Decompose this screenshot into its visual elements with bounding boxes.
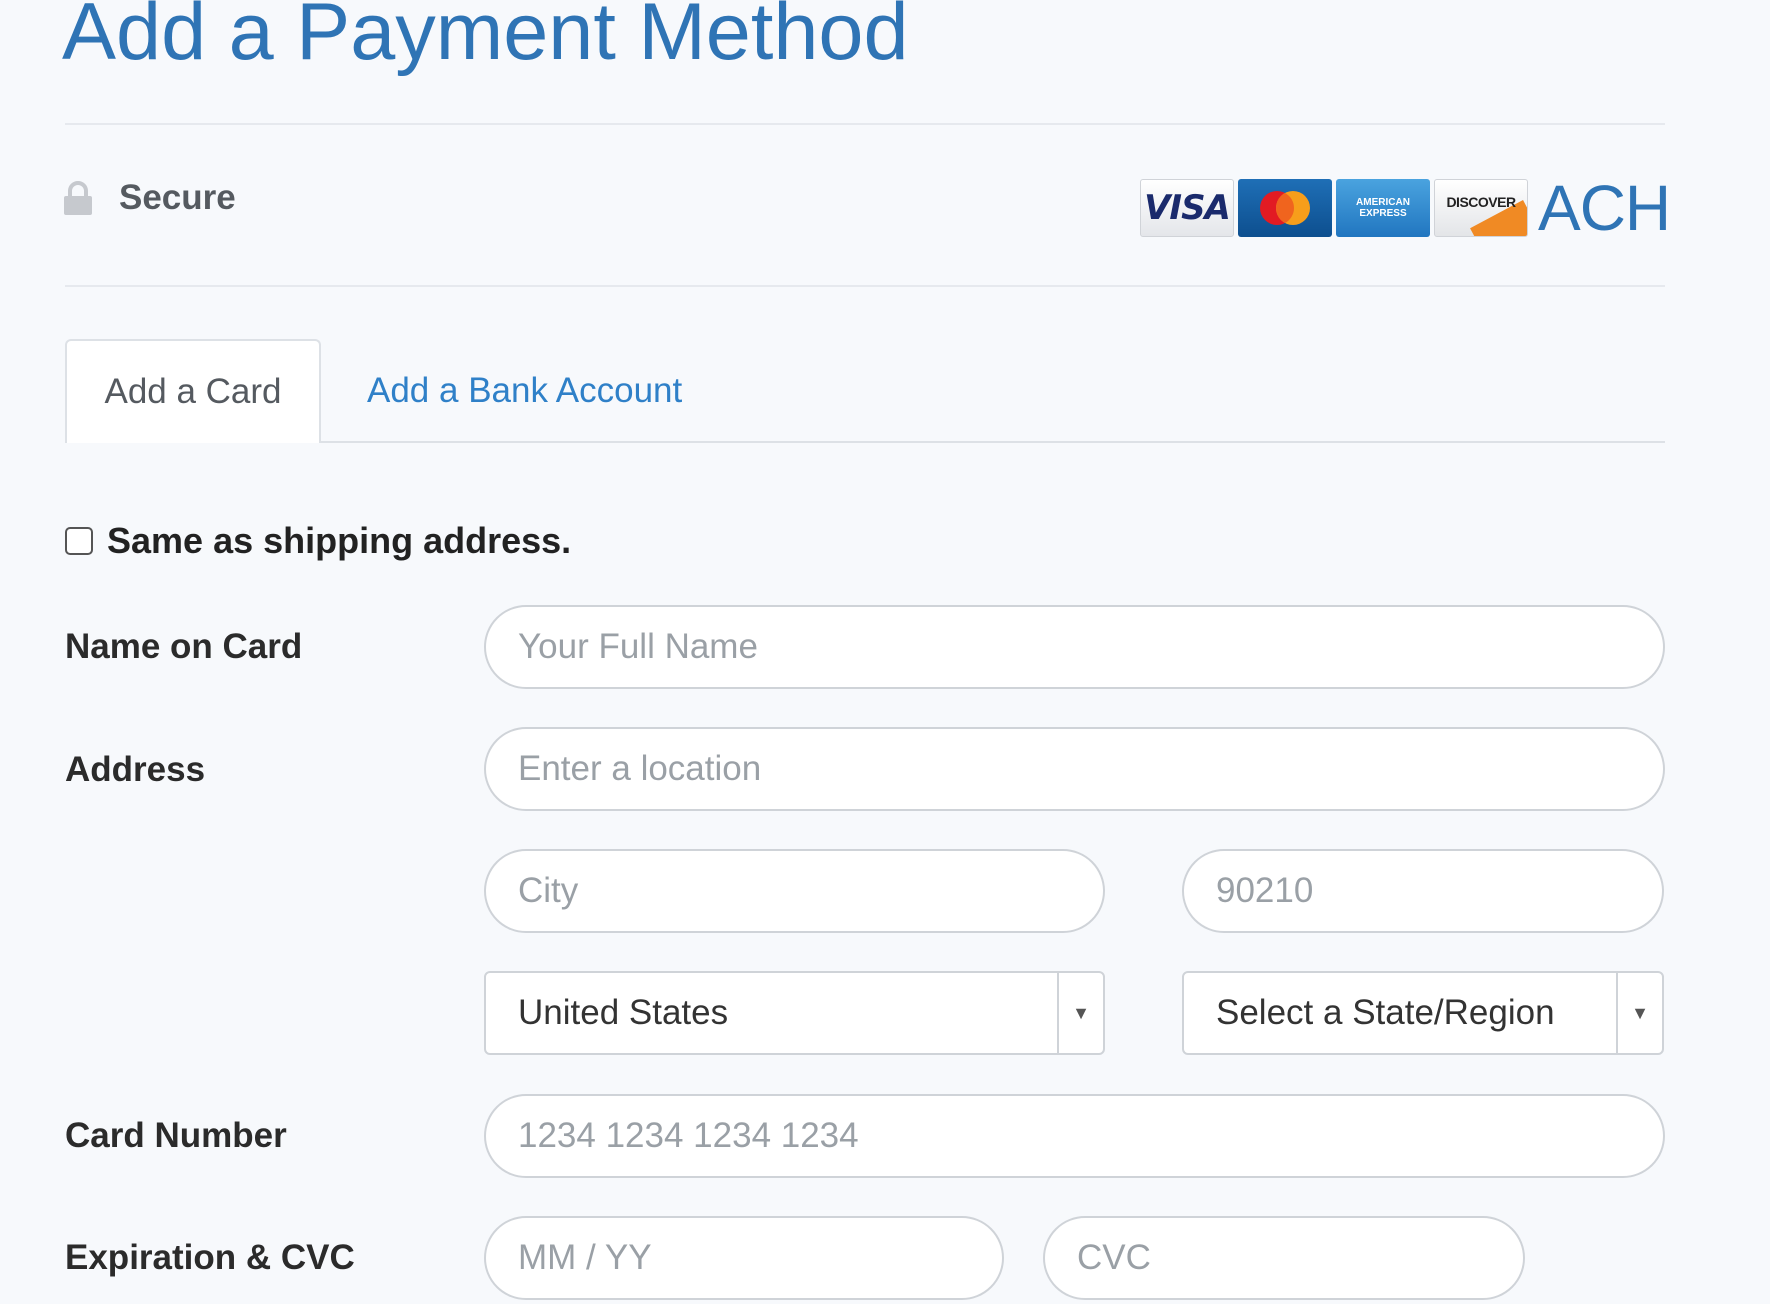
card-number-input[interactable] xyxy=(484,1094,1665,1178)
same-as-shipping-label[interactable]: Same as shipping address. xyxy=(107,520,571,562)
mastercard-logo xyxy=(1238,179,1332,237)
ach-logo: ACH xyxy=(1538,172,1671,244)
same-as-shipping-checkbox[interactable] xyxy=(65,527,93,555)
secure-label: Secure xyxy=(119,178,236,217)
state-select[interactable]: Select a State/Region ▼ xyxy=(1182,971,1664,1055)
name-on-card-label: Name on Card xyxy=(65,627,303,666)
address-label: Address xyxy=(65,750,206,789)
name-on-card-input[interactable] xyxy=(484,605,1665,689)
discover-logo: DISCOVER xyxy=(1434,179,1528,237)
divider-top xyxy=(65,123,1665,125)
country-select[interactable]: United States ▼ xyxy=(484,971,1105,1055)
divider-middle xyxy=(65,285,1665,287)
amex-logo: AMERICAN EXPRESS xyxy=(1336,179,1430,237)
tab-add-card[interactable]: Add a Card xyxy=(65,339,321,443)
mastercard-circles-icon xyxy=(1260,191,1310,225)
card-number-label: Card Number xyxy=(65,1116,287,1155)
secure-indicator: Secure xyxy=(63,178,236,218)
accepted-payment-logos: VISA AMERICAN EXPRESS DISCOVER ACH xyxy=(1140,172,1671,244)
chevron-down-icon[interactable]: ▼ xyxy=(1616,973,1662,1053)
zip-input[interactable] xyxy=(1182,849,1664,933)
tab-add-bank-account[interactable]: Add a Bank Account xyxy=(367,339,682,443)
city-input[interactable] xyxy=(484,849,1105,933)
visa-logo-text: VISA xyxy=(1144,188,1231,228)
payment-method-page: Add a Payment Method Secure VISA AMERICA… xyxy=(0,0,1770,1304)
chevron-down-icon[interactable]: ▼ xyxy=(1057,973,1103,1053)
lock-icon xyxy=(63,180,93,216)
page-title: Add a Payment Method xyxy=(62,0,909,77)
country-select-value: United States xyxy=(518,993,729,1032)
discover-logo-text: DISCOVER xyxy=(1446,194,1516,210)
payment-type-tabs: Add a Card Add a Bank Account xyxy=(65,339,1665,443)
same-as-shipping-row: Same as shipping address. xyxy=(65,520,571,562)
address-input[interactable] xyxy=(484,727,1665,811)
cvc-input[interactable] xyxy=(1043,1216,1525,1300)
state-select-value: Select a State/Region xyxy=(1216,993,1555,1032)
expiration-cvc-label: Expiration & CVC xyxy=(65,1238,355,1277)
visa-logo: VISA xyxy=(1140,179,1234,237)
expiration-input[interactable] xyxy=(484,1216,1004,1300)
amex-logo-text: AMERICAN EXPRESS xyxy=(1356,197,1410,219)
